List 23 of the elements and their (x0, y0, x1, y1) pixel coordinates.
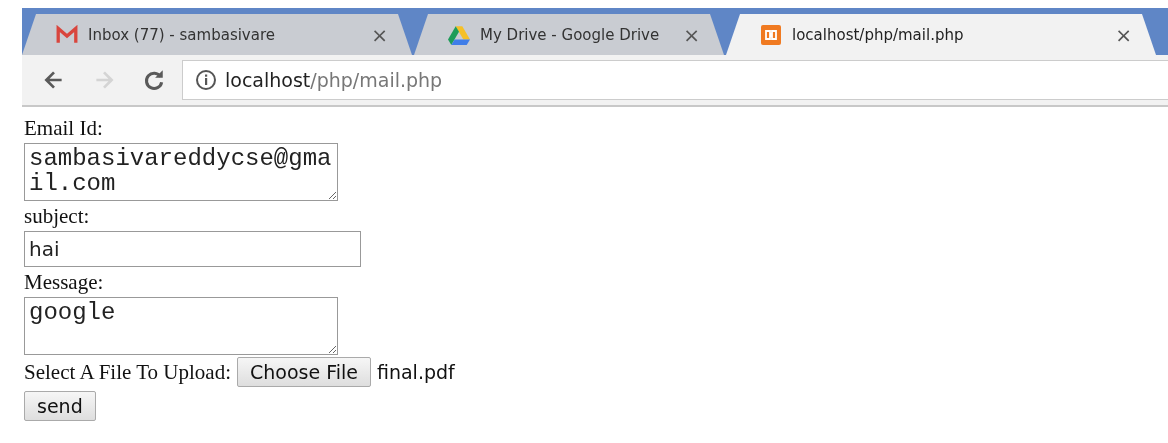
text-area[interactable]: google (24, 297, 338, 355)
file-name: final.pdf (376, 361, 455, 383)
app-logo-icon (760, 24, 782, 45)
field-label: Email Id: (24, 115, 103, 142)
field-label: Message: (24, 269, 104, 296)
close-icon[interactable]: × (1115, 22, 1132, 47)
mail-m-icon (56, 24, 78, 45)
field-label: subject: (24, 203, 90, 230)
text-field[interactable]: hai (24, 231, 361, 267)
browser-tab[interactable]: localhost/php/mail.php × (726, 14, 1156, 55)
address-bar[interactable]: localhost/php/mail.php (182, 60, 1168, 100)
browser-tab[interactable]: Inbox (77) - sambasivare × (22, 14, 412, 55)
browser-tab[interactable]: My Drive - Google Drive × (414, 14, 724, 55)
close-icon[interactable]: × (371, 22, 388, 47)
file-label: Select A File To Upload: (24, 359, 231, 386)
triangle-logo-icon (448, 24, 470, 45)
reload-icon[interactable] (142, 68, 166, 92)
choose-file-button[interactable]: Choose File (236, 357, 371, 387)
info-icon[interactable] (195, 69, 217, 91)
send-button[interactable]: send (24, 391, 96, 421)
text-area[interactable]: sambasivareddycse@gmail.com (24, 143, 338, 201)
url-text: localhost/php/mail.php (225, 69, 443, 91)
close-icon[interactable]: × (683, 22, 700, 47)
